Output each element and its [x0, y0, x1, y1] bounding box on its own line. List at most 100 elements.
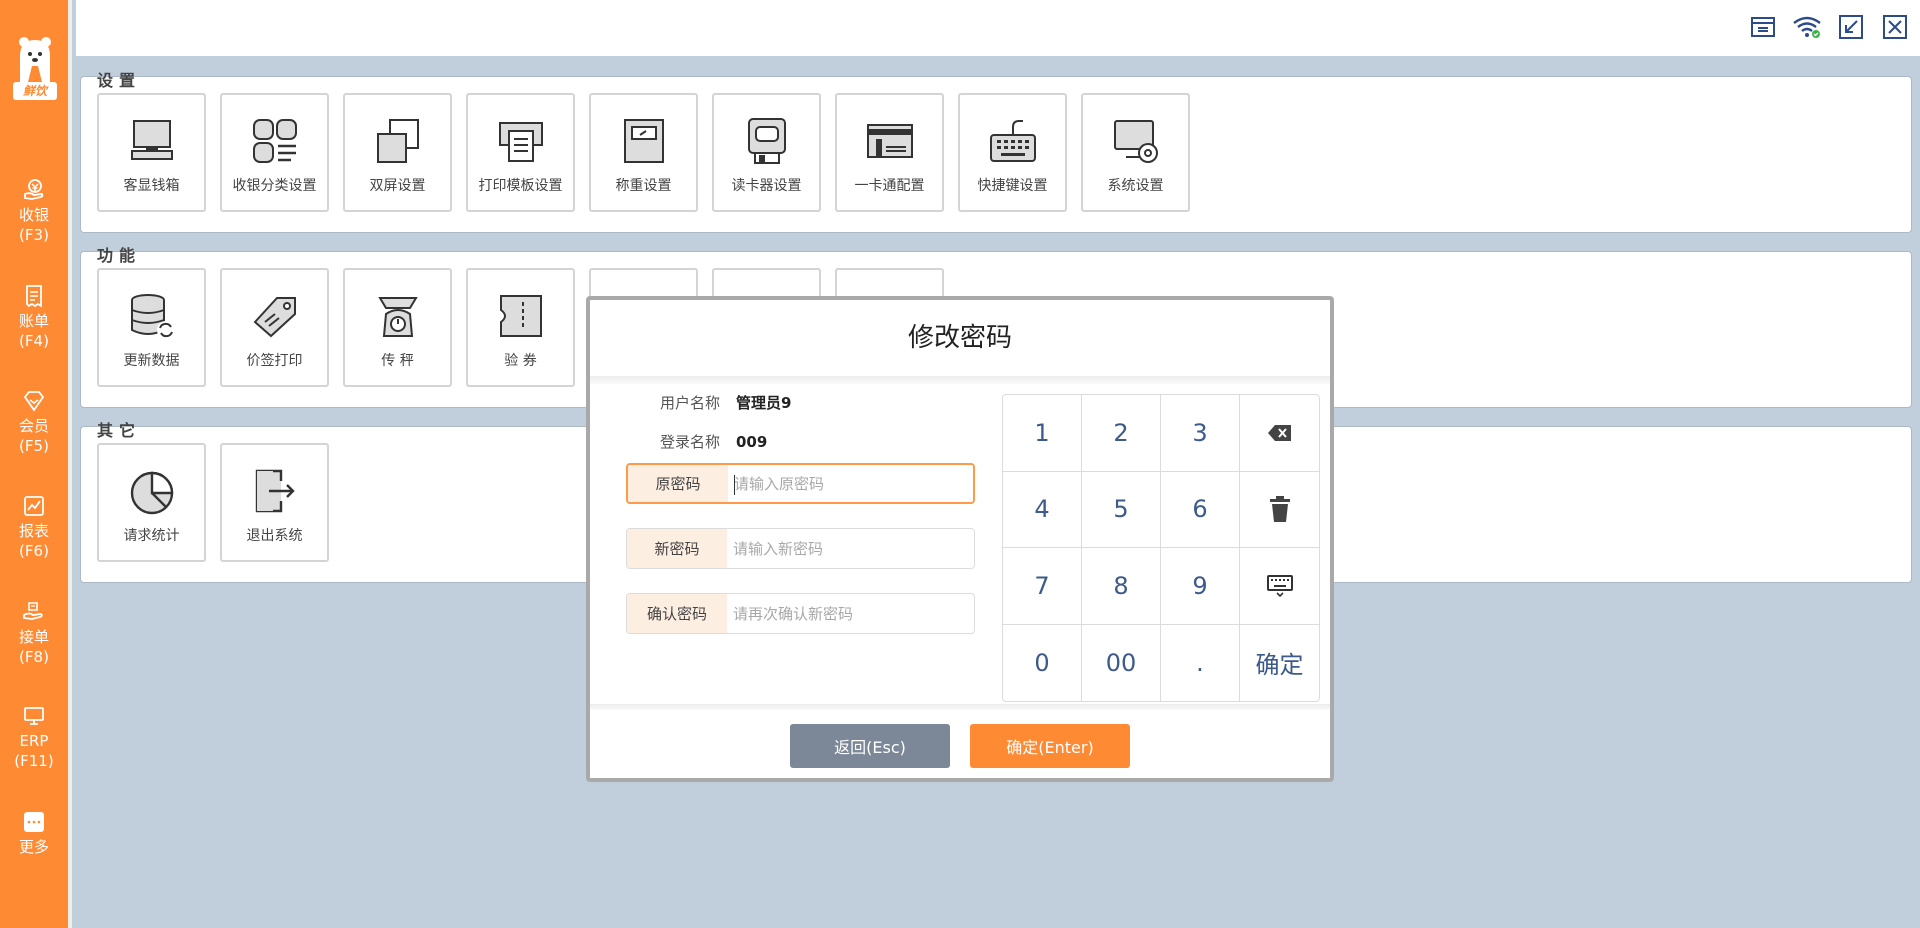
- key-6[interactable]: 6: [1161, 471, 1240, 548]
- key-0[interactable]: 0: [1003, 624, 1082, 701]
- nav-label: 会员: [18, 417, 49, 435]
- tile-price-tag-print[interactable]: 价签打印: [220, 268, 329, 387]
- nav-shortcut: (F8): [19, 648, 49, 666]
- bear-logo-icon: [19, 37, 51, 82]
- change-password-dialog: 修改密码 用户名称 管理员9 登录名称 009 原密码 新密码 确认密码 1 2 3: [586, 296, 1334, 782]
- nav-shortcut: (F4): [19, 332, 49, 350]
- nav-shortcut: (F3): [19, 226, 49, 244]
- nav-cashier[interactable]: 收银 (F3): [0, 178, 68, 245]
- tile-one-card[interactable]: 一卡通配置: [835, 93, 944, 212]
- tile-shortcuts[interactable]: 快捷键设置: [958, 93, 1067, 212]
- key-9[interactable]: 9: [1161, 548, 1240, 625]
- tile-category-settings[interactable]: 收银分类设置: [220, 93, 329, 212]
- tile-system-settings[interactable]: 系统设置: [1081, 93, 1190, 212]
- nav-members[interactable]: 会员 (F5): [0, 389, 68, 456]
- tile-verify-coupon[interactable]: 验 券: [466, 268, 575, 387]
- key-5[interactable]: 5: [1082, 471, 1161, 548]
- wifi-icon[interactable]: [1792, 12, 1822, 42]
- tile-weighing[interactable]: 称重设置: [589, 93, 698, 212]
- tile-dual-screen[interactable]: 双屏设置: [343, 93, 452, 212]
- nav-label: 接单: [18, 628, 49, 646]
- back-button[interactable]: 返回(Esc): [790, 724, 950, 768]
- settings-section: 设置 客显钱箱 收银分类设置 双屏设置 打印模板设置 称重设置 读卡器设置 一卡…: [80, 71, 1912, 233]
- tile-label: 一卡通配置: [854, 178, 925, 194]
- nav-erp[interactable]: ERP (F11): [0, 704, 68, 771]
- kitchen-scale-icon: [377, 297, 418, 337]
- tile-transfer-scale[interactable]: 传 秤: [343, 268, 452, 387]
- nav-more[interactable]: 更多: [0, 810, 68, 857]
- close-icon[interactable]: [1880, 12, 1910, 42]
- divider: [590, 704, 1330, 710]
- confirm-button[interactable]: 确定(Enter): [970, 724, 1130, 768]
- nav-bills[interactable]: 账单 (F4): [0, 284, 68, 351]
- tile-label: 更新数据: [123, 353, 180, 369]
- weighing-scale-icon: [623, 119, 664, 163]
- tile-customer-display[interactable]: 客显钱箱: [97, 93, 206, 212]
- nav-label: ERP: [19, 732, 49, 750]
- tile-label: 退出系统: [246, 528, 303, 544]
- category-icon: [252, 119, 297, 163]
- key-4[interactable]: 4: [1003, 471, 1082, 548]
- tile-card-reader[interactable]: 读卡器设置: [712, 93, 821, 212]
- window-icon[interactable]: [1748, 12, 1778, 42]
- coupon-icon: [499, 295, 542, 337]
- nav-label: 报表: [18, 522, 49, 540]
- monitor-icon: [24, 707, 44, 725]
- tile-request-stats[interactable]: 请求统计: [97, 443, 206, 562]
- hand-order-icon: [23, 602, 43, 620]
- dialog-title: 修改密码: [907, 323, 1012, 353]
- nav-label: 更多: [18, 838, 49, 856]
- backspace-icon: [1267, 424, 1291, 441]
- bill-icon: [26, 285, 42, 308]
- key-2[interactable]: 2: [1082, 395, 1161, 472]
- top-bar: [76, 0, 1920, 56]
- old-password-field: 原密码: [626, 463, 975, 504]
- tile-update-data[interactable]: 更新数据: [97, 268, 206, 387]
- key-clear[interactable]: [1240, 471, 1319, 548]
- new-password-field: 新密码: [626, 528, 975, 569]
- sidebar: 鲜饮 收银 (F3) 账单 (F4) 会员 (F5) 报表 (F6) 接单 (F…: [0, 0, 72, 928]
- text-caret: [734, 475, 735, 495]
- old-password-label: 原密码: [628, 465, 728, 502]
- section-title: 其它: [97, 421, 142, 440]
- key-dot[interactable]: .: [1161, 624, 1240, 701]
- section-title: 功能: [97, 246, 142, 265]
- key-00[interactable]: 00: [1082, 624, 1161, 701]
- username-label: 用户名称: [660, 394, 721, 412]
- key-8[interactable]: 8: [1082, 548, 1161, 625]
- database-sync-icon: [130, 294, 175, 339]
- nav-reports[interactable]: 报表 (F6): [0, 494, 68, 561]
- diamond-icon: [23, 391, 45, 412]
- nav-shortcut: (F5): [19, 437, 49, 455]
- username-row: 用户名称 管理员9: [660, 392, 791, 413]
- divider: [590, 376, 1330, 384]
- nav-label: 账单: [18, 312, 49, 330]
- tile-label: 打印模板设置: [478, 178, 563, 194]
- new-password-input[interactable]: [727, 529, 974, 568]
- confirm-password-label: 确认密码: [627, 594, 727, 633]
- username-value: 管理员9: [736, 394, 792, 412]
- old-password-input[interactable]: [728, 465, 973, 502]
- card-reader-icon: [747, 118, 786, 164]
- key-7[interactable]: 7: [1003, 548, 1082, 625]
- tile-label: 请求统计: [123, 528, 180, 544]
- key-1[interactable]: 1: [1003, 395, 1082, 472]
- tile-label: 双屏设置: [369, 178, 426, 194]
- tile-print-template[interactable]: 打印模板设置: [466, 93, 575, 212]
- login-value: 009: [736, 433, 768, 451]
- section-title: 设置: [97, 71, 142, 90]
- printer-icon: [498, 122, 543, 162]
- key-confirm[interactable]: 确定: [1240, 624, 1319, 701]
- confirm-password-input[interactable]: [727, 594, 974, 633]
- login-label: 登录名称: [660, 433, 721, 451]
- nav-orders[interactable]: 接单 (F8): [0, 600, 68, 667]
- key-keyboard[interactable]: [1240, 548, 1319, 625]
- key-3[interactable]: 3: [1161, 395, 1240, 472]
- trash-icon: [1269, 496, 1290, 523]
- tile-exit-system[interactable]: 退出系统: [220, 443, 329, 562]
- numeric-keypad: 1 2 3 4 5 6 7 8 9 0 00 . 确定: [1002, 394, 1320, 702]
- keyboard-toggle-icon: [1266, 574, 1293, 597]
- minimize-icon[interactable]: [1836, 12, 1866, 42]
- key-backspace[interactable]: [1240, 395, 1319, 472]
- nav-shortcut: (F6): [19, 542, 49, 560]
